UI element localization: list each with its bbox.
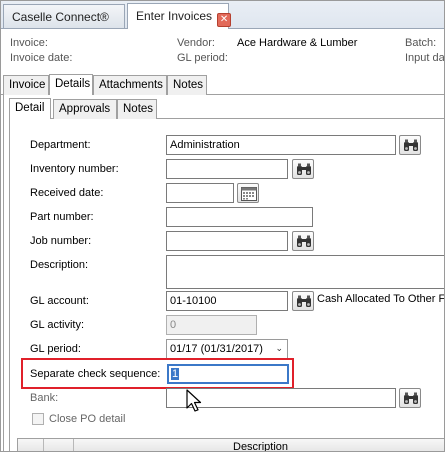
received-date-label: Received date: xyxy=(30,187,104,199)
part-number-label: Part number: xyxy=(30,211,94,223)
inventory-number-label: Inventory number: xyxy=(30,163,119,175)
tab-notes[interactable]: Notes xyxy=(167,75,207,95)
tab-caselle-connect-label: Caselle Connect® xyxy=(12,10,109,24)
tab-invoice[interactable]: Invoice xyxy=(3,75,49,95)
gl-account-description: Cash Allocated To Other Fu xyxy=(317,293,445,305)
binoculars-icon xyxy=(297,295,311,307)
gl-period-value: 01/17 (01/31/2017) xyxy=(170,343,263,355)
input-date-label: Input da xyxy=(405,52,445,64)
tab-invoice-label: Invoice xyxy=(9,79,46,91)
tab-sub-notes[interactable]: Notes xyxy=(117,99,157,119)
inventory-lookup-button[interactable] xyxy=(292,159,314,179)
sub-tab-bar: Detail Approvals Notes xyxy=(9,98,444,119)
tab-caselle-connect[interactable]: Caselle Connect® xyxy=(3,4,125,28)
gl-activity-field: 0 xyxy=(166,315,257,335)
job-number-label: Job number: xyxy=(30,235,92,247)
job-number-field[interactable] xyxy=(166,231,288,251)
tab-sub-notes-label: Notes xyxy=(123,103,154,115)
mouse-cursor-icon xyxy=(186,389,202,412)
close-po-detail-label: Close PO detail xyxy=(49,413,126,425)
vendor-label: Vendor: xyxy=(177,37,215,49)
tab-attachments[interactable]: Attachments xyxy=(93,75,167,95)
batch-label: Batch: xyxy=(405,37,437,49)
tab-detail[interactable]: Detail xyxy=(9,98,51,119)
close-po-detail-checkbox[interactable] xyxy=(32,413,44,425)
tab-notes-label: Notes xyxy=(173,79,204,91)
binoculars-icon xyxy=(404,392,418,404)
gl-period-header-label: GL period: xyxy=(177,52,228,64)
invoice-label: Invoice: xyxy=(10,37,48,49)
gl-account-label: GL account: xyxy=(30,295,89,307)
tab-detail-label: Detail xyxy=(15,102,45,114)
tab-enter-invoices-label: Enter Invoices xyxy=(136,9,213,23)
department-label: Department: xyxy=(30,139,91,151)
grid-col-select[interactable] xyxy=(18,439,44,451)
binoculars-icon xyxy=(297,163,311,175)
window: Caselle Connect® Enter Invoices ✕ Invoice… xyxy=(0,0,445,452)
detail-grid-header: Description xyxy=(17,438,444,451)
grid-col-2[interactable] xyxy=(44,439,74,451)
calendar-button[interactable] xyxy=(237,183,259,203)
binoculars-icon xyxy=(404,139,418,151)
description-label: Description: xyxy=(30,259,89,271)
calendar-icon xyxy=(241,187,257,201)
app-tab-bar: Caselle Connect® Enter Invoices ✕ xyxy=(1,1,444,29)
tab-approvals[interactable]: Approvals xyxy=(53,99,117,119)
binoculars-icon xyxy=(297,235,311,247)
section-tab-bar: Invoice Details Attachments Notes xyxy=(1,74,444,95)
tab-approvals-label: Approvals xyxy=(59,103,111,115)
tab-details-label: Details xyxy=(55,78,91,90)
part-number-field[interactable] xyxy=(166,207,313,227)
invoice-date-label: Invoice date: xyxy=(10,52,73,64)
chevron-down-icon: ⌄ xyxy=(275,344,283,354)
tab-enter-invoices[interactable]: Enter Invoices ✕ xyxy=(127,3,232,29)
gl-account-lookup-button[interactable] xyxy=(292,291,314,311)
gl-account-field[interactable]: 01-10100 xyxy=(166,291,288,311)
gl-period-select[interactable]: 01/17 (01/31/2017) ⌄ xyxy=(166,339,288,359)
close-icon[interactable]: ✕ xyxy=(217,13,232,27)
separate-check-sequence-value: 1 xyxy=(171,368,180,380)
separate-check-sequence-field[interactable]: 1 xyxy=(167,364,289,384)
description-field[interactable] xyxy=(166,255,444,289)
received-date-field[interactable] xyxy=(166,183,234,203)
inventory-number-field[interactable] xyxy=(166,159,288,179)
vendor-value: Ace Hardware & Lumber xyxy=(237,37,358,49)
department-field[interactable]: Administration xyxy=(166,135,396,155)
job-lookup-button[interactable] xyxy=(292,231,314,251)
gl-activity-label: GL activity: xyxy=(30,319,84,331)
tab-attachments-label: Attachments xyxy=(99,79,163,91)
department-lookup-button[interactable] xyxy=(399,135,421,155)
grid-col-description[interactable]: Description xyxy=(233,441,288,451)
bank-lookup-button[interactable] xyxy=(399,388,421,408)
bank-label: Bank: xyxy=(30,392,59,404)
gl-period-label: GL period: xyxy=(30,343,81,355)
separate-check-sequence-label: Separate check sequence: xyxy=(30,368,161,380)
tab-details[interactable]: Details xyxy=(49,74,93,95)
